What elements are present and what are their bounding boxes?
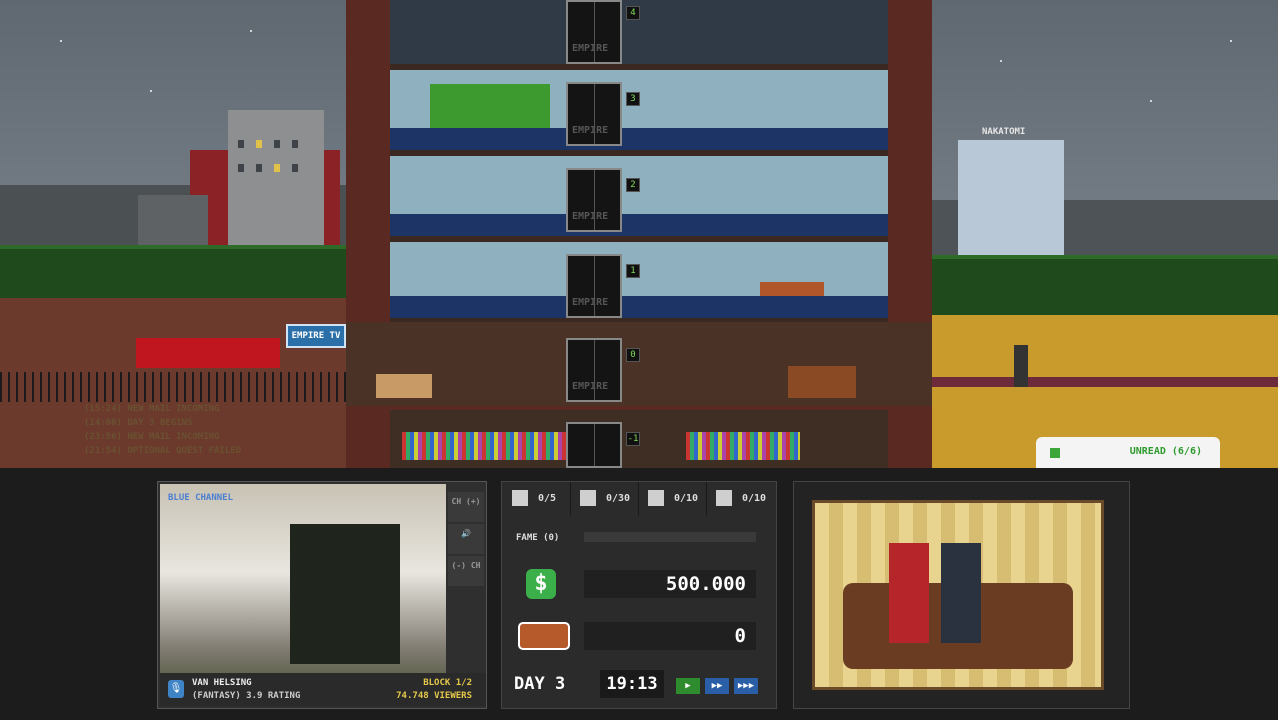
game-scene: EMPIRE TV NAKATOMI EMPIRE 4 EMPIRE 3 EMP…	[0, 0, 1278, 468]
archive-shelf[interactable]	[686, 432, 800, 460]
couch-icon	[518, 622, 570, 650]
tv-monitor: BLUE CHANNEL CH (+) 🔊 (-) CH 🎙 VAN HELSI…	[157, 481, 487, 709]
lobby-floor	[346, 322, 932, 406]
elevator-floor-1[interactable]: EMPIRE	[566, 254, 622, 318]
hedge-left	[0, 245, 346, 299]
play-button[interactable]: ▶	[676, 678, 700, 694]
resource-ads[interactable]: 0/10	[638, 482, 707, 516]
megaphone-icon	[716, 490, 732, 506]
green-screen[interactable]	[430, 84, 550, 134]
npc-figure[interactable]	[1014, 345, 1028, 387]
floor-number-0: 0	[626, 348, 640, 362]
floor-number-4: 4	[626, 6, 640, 20]
event-log: (15:24) NEW MAIL INCOMING (14:00) DAY 3 …	[84, 402, 241, 458]
resource-value: 0/5	[538, 493, 557, 504]
elevator-floor-2[interactable]: EMPIRE	[566, 168, 622, 232]
show-title: VAN HELSING	[192, 678, 252, 688]
clock-time: 19:13	[600, 670, 664, 698]
archive-shelf[interactable]	[402, 432, 592, 460]
megaphone-icon	[648, 490, 664, 506]
clipboard-icon	[512, 490, 528, 506]
audience-viewer-2	[941, 543, 981, 643]
tv-station-building: EMPIRE 4 EMPIRE 3 EMPIRE 2 EMPIRE 1 EMPI…	[346, 0, 932, 468]
resource-value: 0/10	[674, 493, 699, 504]
microphone-icon: 🎙	[168, 680, 184, 698]
red-banner	[136, 338, 280, 368]
star	[1230, 40, 1232, 42]
elevator-floor-minus-1[interactable]	[566, 422, 622, 468]
elevator-floor-3[interactable]: EMPIRE	[566, 82, 622, 146]
elevator-floor-0[interactable]: EMPIRE	[566, 338, 622, 402]
clapperboard-icon	[580, 490, 596, 506]
star	[1000, 60, 1002, 62]
show-genre-rating: (FANTASY) 3.9 RATING	[192, 691, 301, 701]
nakatomi-sign: NAKATOMI	[982, 127, 1026, 137]
fast-forward-button[interactable]: ▶▶	[705, 678, 729, 694]
viewer-count: 74.748 VIEWERS	[396, 691, 472, 701]
star	[150, 90, 152, 92]
resource-promos[interactable]: 0/10	[706, 482, 774, 516]
volume-button[interactable]: 🔊	[448, 524, 484, 554]
fame-progress-bar	[584, 532, 756, 542]
money-icon: $	[526, 569, 556, 599]
unread-mail-button[interactable]: UNREAD (6/6)	[1036, 437, 1220, 468]
audience-room[interactable]	[812, 500, 1104, 690]
floor-1	[390, 242, 888, 324]
fastest-forward-button[interactable]: ▶▶▶	[734, 678, 758, 694]
log-entry: (15:24) NEW MAIL INCOMING	[84, 404, 220, 414]
stats-panel: 0/5 0/30 0/10 0/10 FAME (0) $ 500.000 0 …	[501, 481, 777, 709]
couch-value: 0	[584, 622, 756, 650]
floor-3	[390, 70, 888, 156]
nakatomi-tower	[958, 140, 1064, 270]
mail-icon	[1050, 448, 1060, 458]
money-value: 500.000	[584, 570, 756, 598]
tv-controls: CH (+) 🔊 (-) CH	[448, 492, 484, 588]
star	[250, 30, 252, 32]
block-counter: BLOCK 1/2	[423, 678, 472, 688]
reception-desk[interactable]	[376, 374, 432, 398]
floor-number-2: 2	[626, 178, 640, 192]
day-label: DAY 3	[514, 674, 566, 694]
log-entry: (21:54) OPTIONAL QUEST FAILED	[84, 446, 242, 456]
resource-value: 0/30	[606, 493, 631, 504]
resource-scripts[interactable]: 0/5	[502, 482, 571, 516]
street-strip	[932, 377, 1278, 387]
floor-2	[390, 156, 888, 242]
audience-monitor	[793, 481, 1130, 709]
log-entry: (14:00) DAY 3 BEGINS	[84, 418, 193, 428]
floor-number-1: 1	[626, 264, 640, 278]
fence	[0, 372, 346, 402]
elevator-floor-4[interactable]: EMPIRE	[566, 0, 622, 64]
fame-label: FAME (0)	[516, 533, 560, 543]
broadcast-info: 🎙 VAN HELSING (FANTASY) 3.9 RATING BLOCK…	[160, 673, 486, 706]
floor-number-3: 3	[626, 92, 640, 106]
log-entry: (23:56) NEW MAIL INCOMING	[84, 432, 220, 442]
resource-productions[interactable]: 0/30	[570, 482, 639, 516]
broadcast-image	[290, 524, 400, 664]
resource-value: 0/10	[742, 493, 767, 504]
star	[60, 40, 62, 42]
floor-number-minus-1: -1	[626, 432, 640, 446]
unread-label: UNREAD (6/6)	[1129, 446, 1202, 457]
hedge-right	[932, 255, 1278, 319]
audience-viewer-1	[889, 543, 929, 643]
empire-tv-sign: EMPIRE TV	[286, 324, 346, 348]
channel-name: BLUE CHANNEL	[168, 493, 234, 503]
lobby-couch[interactable]	[788, 366, 856, 398]
channel-up-button[interactable]: CH (+)	[448, 492, 484, 522]
star	[1150, 100, 1152, 102]
channel-down-button[interactable]: (-) CH	[448, 556, 484, 586]
